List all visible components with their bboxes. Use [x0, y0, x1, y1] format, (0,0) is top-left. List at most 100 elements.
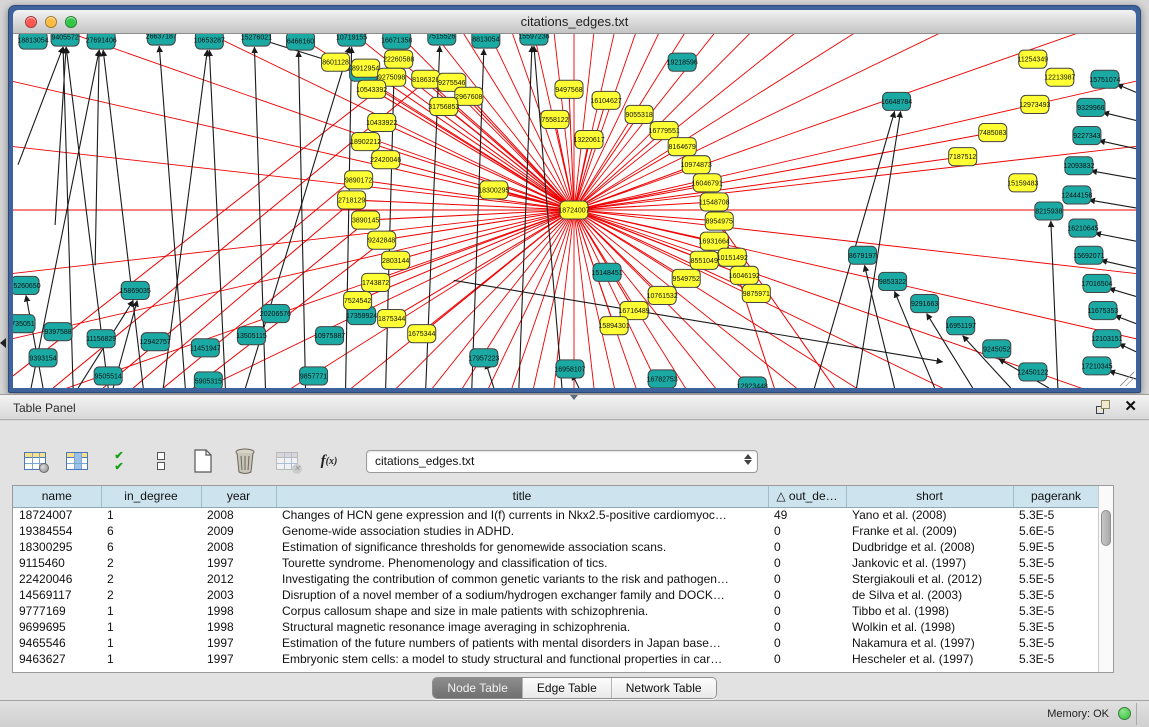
graph-node[interactable]: 7524542	[344, 291, 372, 309]
graph-node[interactable]: 26637187	[146, 34, 177, 45]
window-resize-grip[interactable]	[1120, 372, 1134, 386]
graph-node[interactable]: 10974873	[681, 156, 712, 174]
graph-node[interactable]: 9245052	[983, 340, 1011, 358]
graph-node[interactable]: 16104627	[590, 91, 621, 109]
graph-node[interactable]: 17957223	[468, 349, 499, 367]
network-canvas[interactable]: 1881305494055722769140626637187106532871…	[13, 34, 1136, 388]
graph-node[interactable]: 8215938	[1035, 202, 1063, 220]
splitter-handle-icon[interactable]	[570, 395, 578, 400]
graph-node[interactable]: 12213987	[1044, 68, 1075, 86]
graph-node[interactable]: 16931664	[699, 232, 730, 250]
graph-node[interactable]: 18902212	[350, 133, 381, 151]
graph-node[interactable]: 9853322	[879, 272, 907, 290]
graph-node[interactable]: 7515526	[428, 34, 456, 45]
graph-node[interactable]: 11451947	[190, 339, 221, 357]
graph-node[interactable]: 17210345	[1081, 357, 1112, 375]
graph-node[interactable]: 15276021	[241, 34, 272, 46]
table-scrollbar[interactable]	[1098, 486, 1113, 672]
float-panel-icon[interactable]	[1096, 400, 1110, 414]
graph-node[interactable]: 9397588	[44, 323, 72, 341]
graph-node[interactable]: 15869035	[120, 281, 151, 299]
graph-node[interactable]: 10975887	[314, 327, 345, 345]
graph-node[interactable]: 15692071	[1073, 246, 1104, 264]
graph-node[interactable]: 10761532	[647, 286, 678, 304]
graph-node[interactable]: 9875971	[742, 284, 770, 302]
graph-node[interactable]: 9505514	[94, 367, 122, 385]
graph-node[interactable]: 7485083	[979, 124, 1007, 142]
graph-node[interactable]: 8813054	[472, 34, 500, 48]
table-row[interactable]: 946554611997Estimation of the future num…	[13, 635, 1099, 651]
panel-collapse-arrow[interactable]	[0, 338, 6, 348]
graph-hub-node[interactable]: 18724007	[558, 201, 589, 219]
new-table-icon[interactable]	[188, 447, 218, 475]
graph-node[interactable]: 8164679	[668, 138, 696, 156]
graph-node[interactable]: 13505115	[236, 327, 267, 345]
table-row[interactable]: 969969511998Structural magnetic resonanc…	[13, 619, 1099, 635]
graph-node[interactable]: 16958107	[554, 360, 585, 378]
graph-node[interactable]: 16951197	[945, 317, 976, 335]
window-titlebar[interactable]: citations_edges.txt	[13, 10, 1136, 34]
graph-node[interactable]: 9497568	[555, 80, 583, 98]
column-header-in_degree[interactable]: in_degree	[101, 486, 201, 507]
graph-node[interactable]: 15894301	[598, 317, 629, 335]
graph-node[interactable]: 17016504	[1081, 274, 1112, 292]
table-select-dropdown[interactable]: citations_edges.txt	[366, 450, 758, 473]
graph-node[interactable]: 10433922	[366, 113, 397, 131]
function-icon[interactable]: f(x)	[314, 447, 344, 475]
graph-node[interactable]: 15148451	[591, 263, 622, 281]
graph-node[interactable]: 12103151	[1091, 330, 1122, 348]
graph-node[interactable]: 8601128	[322, 53, 350, 71]
graph-node[interactable]: 18300295	[478, 181, 509, 199]
column-header-year[interactable]: year	[201, 486, 276, 507]
graph-node[interactable]: 18813054	[17, 34, 48, 49]
graph-node[interactable]: 12973493	[1019, 95, 1050, 113]
graph-node[interactable]: 15751074	[1089, 70, 1120, 88]
memory-status-icon[interactable]	[1118, 707, 1131, 720]
graph-node[interactable]: 10653287	[194, 34, 225, 49]
graph-node[interactable]: 8551049	[690, 251, 718, 269]
column-header-pagerank[interactable]: pagerank	[1013, 486, 1099, 507]
graph-node[interactable]: 2718129	[338, 191, 366, 209]
graph-node[interactable]: 15159483	[1007, 174, 1038, 192]
graph-node[interactable]: 12093832	[1063, 157, 1094, 175]
graph-node[interactable]: 7187512	[949, 148, 977, 166]
close-panel-icon[interactable]: ✕	[1124, 400, 1137, 414]
graph-node[interactable]: 31756853	[428, 97, 459, 115]
column-header-out_de[interactable]: △ out_de…	[768, 486, 846, 507]
graph-node[interactable]: 9242848	[368, 231, 396, 249]
graph-node[interactable]: 12942757	[140, 333, 171, 351]
graph-node[interactable]: 6466160	[286, 34, 314, 50]
graph-node[interactable]: 9291663	[911, 294, 939, 312]
graph-node[interactable]: 2803144	[382, 251, 410, 269]
graph-node[interactable]: 15597236	[518, 34, 549, 45]
tab-node-table[interactable]: Node Table	[433, 678, 523, 698]
table-row[interactable]: 2242004622012Investigating the contribut…	[13, 571, 1099, 587]
graph-node[interactable]: 9055318	[625, 105, 653, 123]
graph-node[interactable]: 16046192	[729, 266, 760, 284]
table-row[interactable]: 946362711997Embryonic stem cells: a mode…	[13, 651, 1099, 667]
graph-node[interactable]: 8912954	[352, 59, 380, 77]
tab-edge-table[interactable]: Edge Table	[523, 678, 612, 698]
row-height-icon[interactable]	[146, 447, 176, 475]
graph-node[interactable]: 10151492	[717, 248, 748, 266]
table-row[interactable]: 1872400712008Changes of HCN gene express…	[13, 507, 1099, 523]
graph-node[interactable]: 25260650	[13, 276, 41, 294]
column-header-short[interactable]: short	[846, 486, 1013, 507]
graph-node[interactable]: 2967608	[455, 87, 483, 105]
table-row[interactable]: 1938455462009Genome-wide association stu…	[13, 523, 1099, 539]
graph-node[interactable]: 11254349	[1017, 50, 1048, 68]
graph-node[interactable]: 16782753	[647, 370, 678, 388]
graph-node[interactable]: 9549752	[672, 269, 700, 287]
graph-node[interactable]: 12444158	[1061, 186, 1092, 204]
graph-node[interactable]: 9329966	[1077, 98, 1105, 116]
graph-node[interactable]: 20206576	[260, 305, 291, 323]
graph-node[interactable]: 8679197	[848, 246, 876, 264]
graph-node[interactable]: 3890145	[352, 211, 380, 229]
graph-node[interactable]: 9890172	[345, 171, 373, 189]
delete-rows-icon[interactable]	[230, 447, 260, 475]
graph-node[interactable]: 11548708	[699, 193, 730, 211]
graph-node[interactable]: 11156829	[86, 330, 116, 348]
graph-node[interactable]: 16779551	[649, 121, 680, 139]
table-row[interactable]: 1456911722003Disruption of a novel membe…	[13, 587, 1099, 603]
table-row[interactable]: 1830029562008Estimation of significance …	[13, 539, 1099, 555]
